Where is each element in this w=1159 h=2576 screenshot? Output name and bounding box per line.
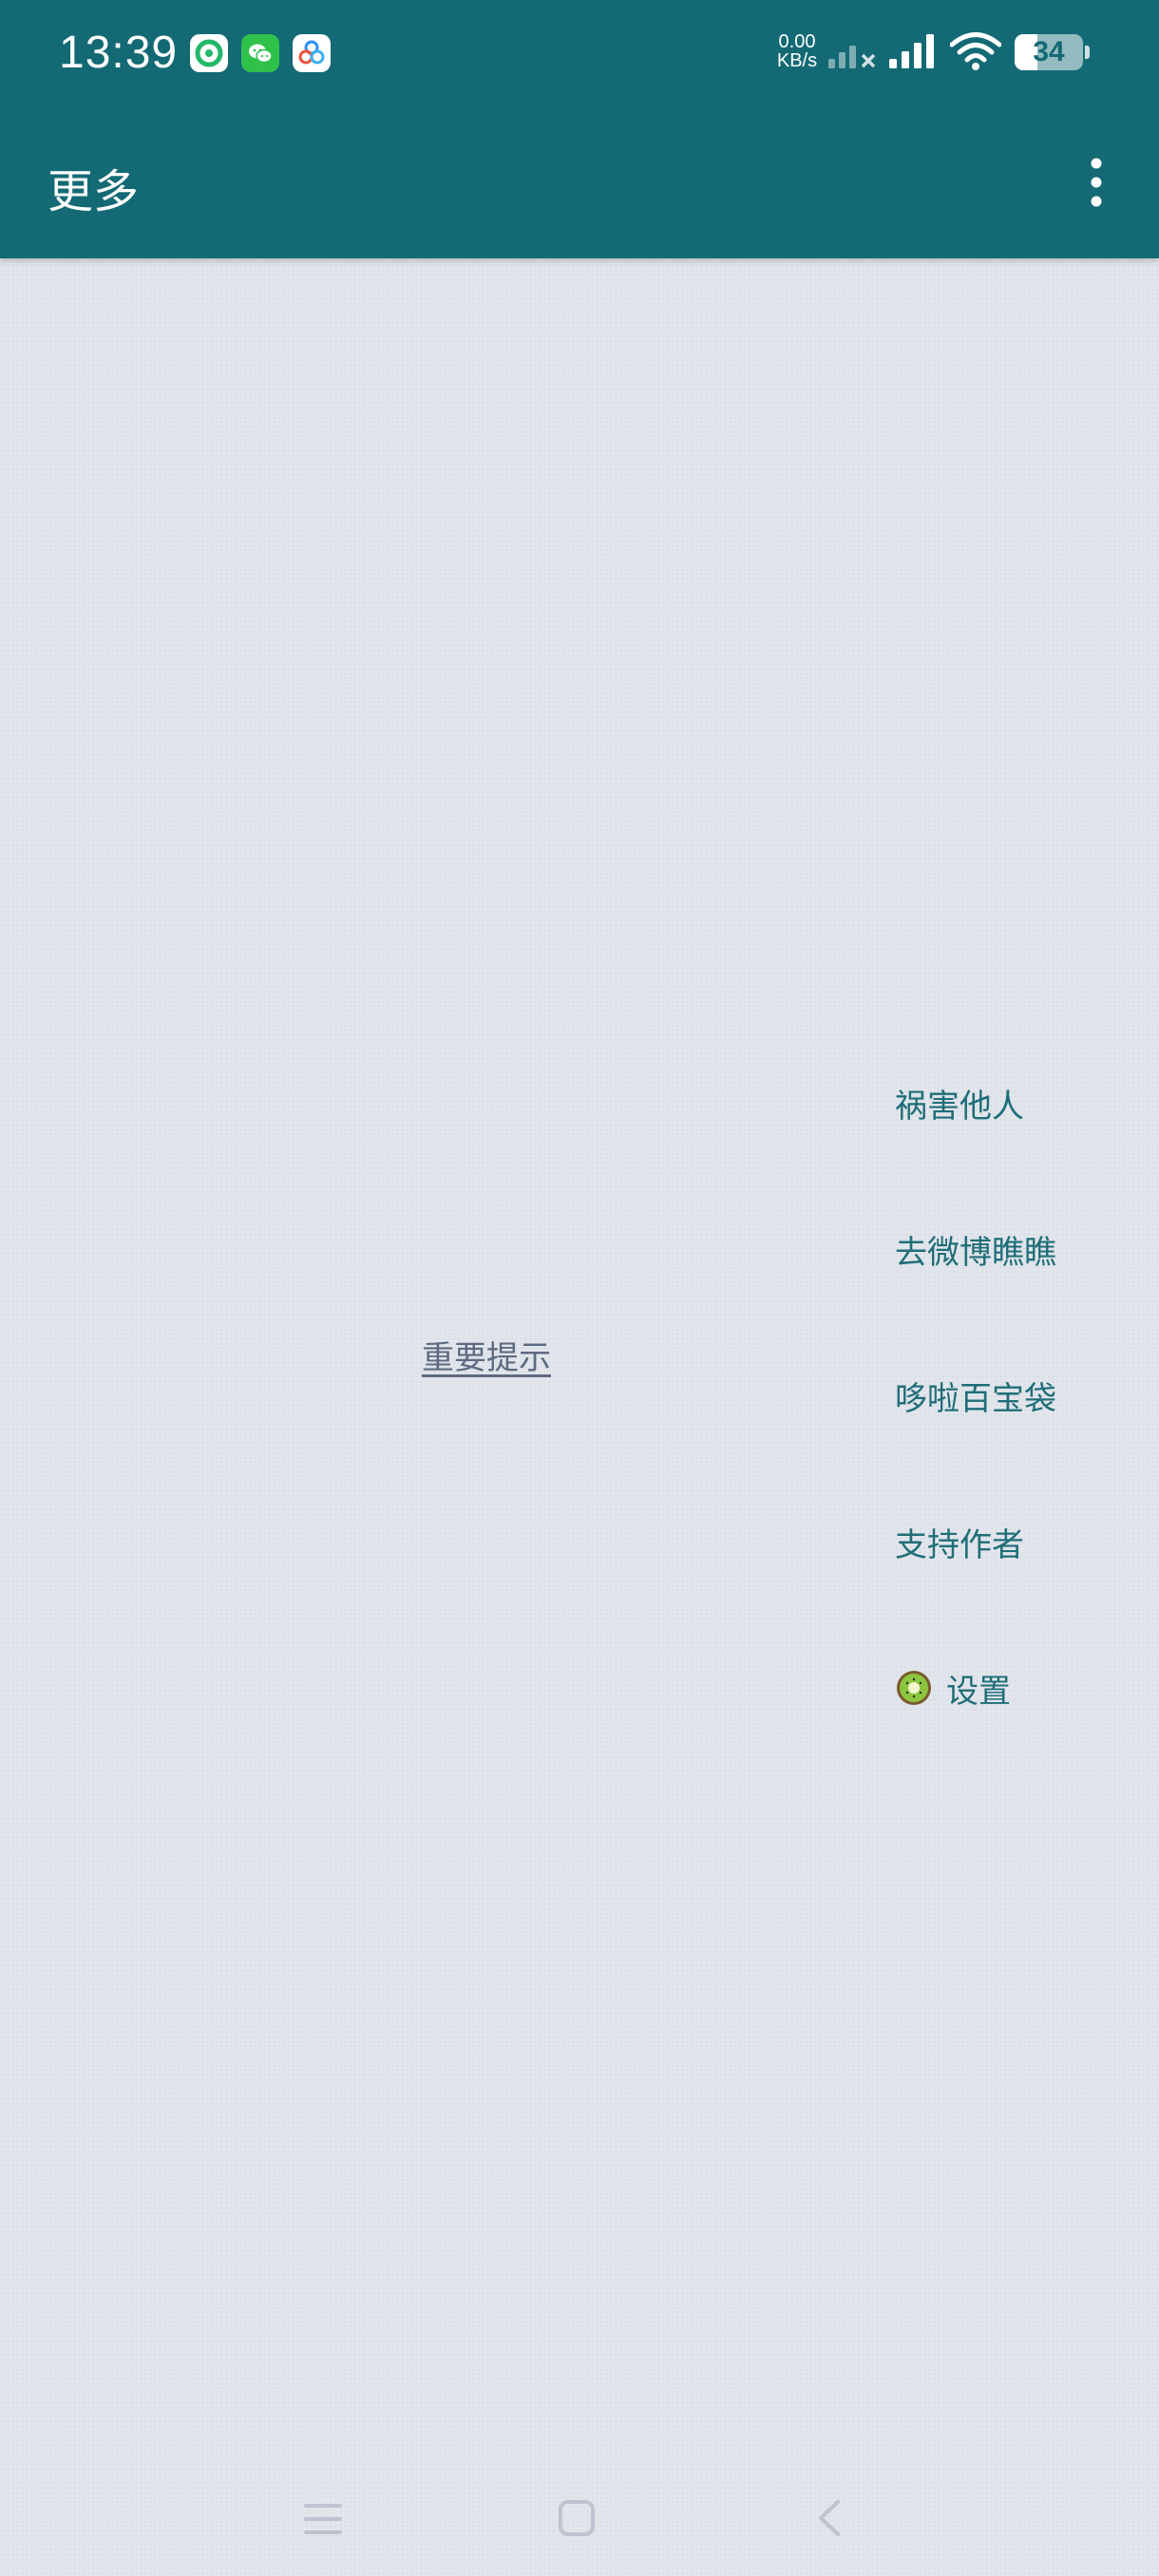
home-square-icon[interactable]	[557, 2498, 597, 2538]
network-speed-unit: KB/s	[776, 50, 818, 71]
menu-item-label: 支持作者	[895, 1525, 1024, 1564]
menu-item-harm-others[interactable]: 祸害他人	[895, 1030, 1142, 1176]
overflow-menu-button[interactable]	[1070, 148, 1123, 217]
notification-icons	[190, 34, 331, 72]
app-green-icon	[190, 34, 228, 72]
menu-item-weibo[interactable]: 去微博瞧瞧	[895, 1176, 1142, 1322]
app-bar: 更多	[0, 106, 1159, 258]
navigation-bar	[0, 2470, 1159, 2576]
signal-no-service-icon	[828, 46, 876, 68]
status-bar: 13:39 0.00 KB/s 34	[0, 0, 1159, 106]
menu-item-label: 祸害他人	[895, 1087, 1024, 1126]
battery-level: 34	[1033, 36, 1065, 67]
battery-indicator: 34	[1015, 34, 1090, 70]
menu-item-support-author[interactable]: 支持作者	[895, 1468, 1142, 1615]
menu-item-label: 去微博瞧瞧	[895, 1233, 1056, 1272]
battery-tip	[1085, 46, 1090, 59]
important-notice-link[interactable]: 重要提示	[422, 1332, 551, 1378]
top-bar: 13:39 0.00 KB/s 34 更多	[0, 0, 1159, 258]
battery-icon: 34	[1015, 34, 1083, 70]
baidu-netdisk-icon	[293, 34, 331, 72]
kiwi-icon	[897, 1671, 931, 1705]
page-title: 更多	[48, 165, 140, 218]
network-speed-value: 0.00	[778, 31, 816, 52]
menu-item-label: 设置	[946, 1672, 1011, 1711]
menu-item-doraemon-pocket[interactable]: 哆啦百宝袋	[895, 1322, 1142, 1468]
status-time: 13:39	[59, 28, 179, 78]
network-speed: 0.00 KB/s	[771, 32, 823, 70]
wechat-icon	[241, 34, 279, 72]
wifi-icon	[950, 32, 1001, 70]
back-chevron-icon[interactable]	[813, 2498, 844, 2538]
more-vert-icon	[1091, 158, 1102, 207]
signal-strength-icon	[889, 34, 934, 68]
side-menu: 祸害他人 去微博瞧瞧 哆啦百宝袋 支持作者 设置	[895, 1030, 1142, 1761]
menu-lines-icon[interactable]	[302, 2500, 344, 2538]
menu-item-settings[interactable]: 设置	[895, 1615, 1142, 1761]
menu-item-label: 哆啦百宝袋	[895, 1379, 1056, 1418]
